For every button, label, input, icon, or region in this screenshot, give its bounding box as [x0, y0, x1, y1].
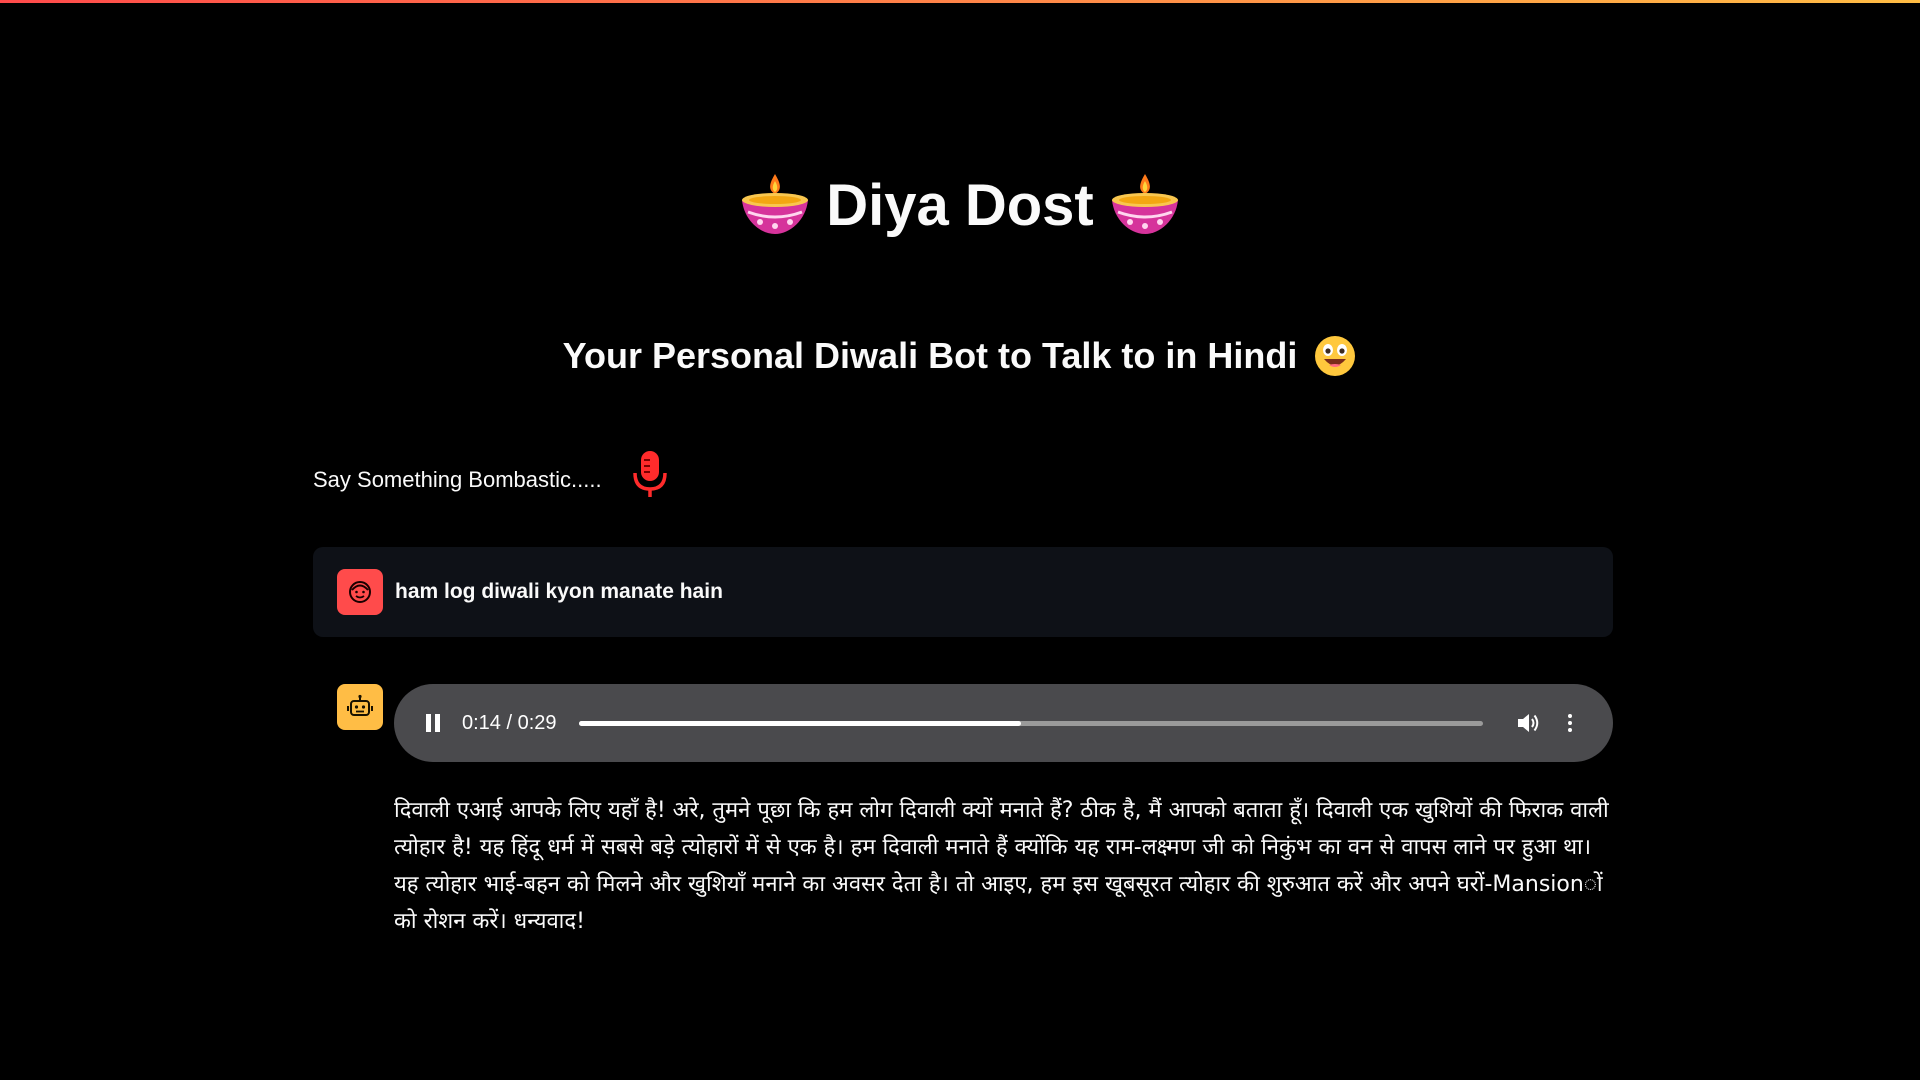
page-subtitle: Your Personal Diwali Bot to Talk to in H… — [562, 335, 1298, 376]
microphone-icon — [632, 451, 667, 497]
record-button[interactable] — [630, 448, 670, 500]
voice-recorder: Say Something Bombastic..... — [313, 451, 670, 500]
robot-icon — [347, 694, 373, 716]
user-avatar — [337, 569, 383, 615]
audio-player: 0:14 / 0:29 — [394, 684, 1613, 762]
assistant-avatar — [337, 684, 383, 730]
page-title-row: Diya Dost — [0, 168, 1920, 242]
pause-icon — [424, 714, 442, 732]
user-face-icon — [349, 581, 371, 603]
audio-seek-bar[interactable] — [578, 720, 1483, 726]
diya-lamp-icon — [742, 174, 809, 234]
app-title: Diya Dost — [826, 172, 1094, 238]
user-message-text: ham log diwali kyon manate hain — [395, 580, 723, 603]
more-dot-icon — [1567, 714, 1572, 718]
volume-button[interactable] — [1515, 709, 1543, 737]
more-dot-icon — [1567, 721, 1572, 725]
diya-lamp-icon — [1111, 174, 1178, 234]
audio-progress-fill — [578, 720, 1022, 726]
assistant-message-text: दिवाली एआई आपके लिए यहाँ है! अरे, तुमने … — [394, 798, 1609, 934]
recorder-prompt: Say Something Bombastic..... — [313, 467, 602, 492]
user-chat-message: ham log diwali kyon manate hain — [313, 547, 1613, 637]
more-options-button[interactable] — [1561, 709, 1579, 737]
grinning-face-icon — [1315, 336, 1356, 376]
audio-time: 0:14 / 0:29 — [462, 711, 557, 734]
app-main: Diya Dost Your Personal Diwali Bot to Ta… — [0, 0, 1920, 1080]
pause-button[interactable] — [420, 710, 446, 736]
assistant-avatar-wrap — [337, 684, 383, 730]
volume-icon — [1517, 714, 1538, 732]
page-subtitle-row: Your Personal Diwali Bot to Talk to in H… — [0, 334, 1920, 378]
more-dot-icon — [1567, 728, 1572, 732]
